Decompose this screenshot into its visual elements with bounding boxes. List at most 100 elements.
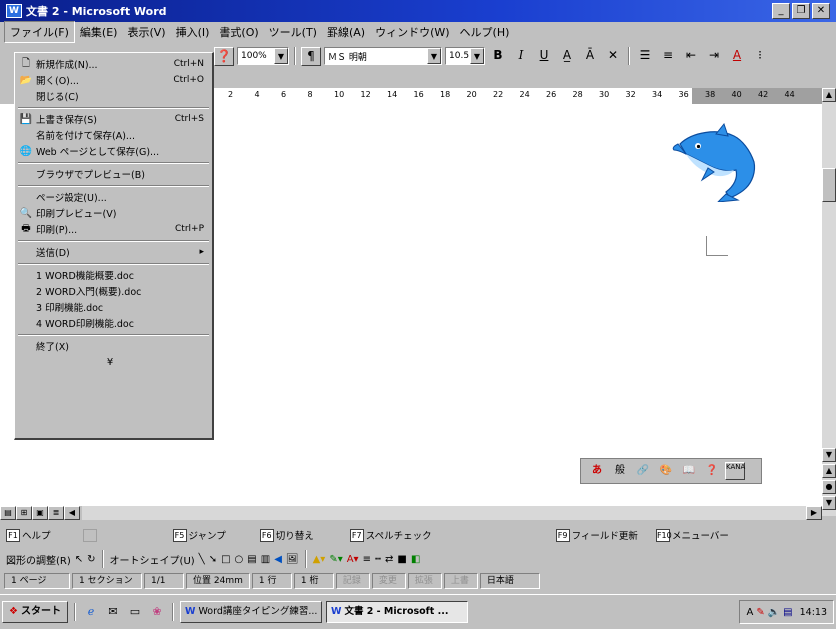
clipart-icon[interactable]: 🖼 xyxy=(286,554,299,565)
start-button[interactable]: ❖ スタート xyxy=(2,601,68,623)
file-menu-item[interactable]: 閉じる(C) xyxy=(15,88,212,104)
style-icon[interactable]: ¶ xyxy=(301,46,321,66)
function-key-button[interactable]: F6 切り替え xyxy=(259,528,314,542)
font-color-icon[interactable]: A xyxy=(727,47,747,66)
show-desktop-icon[interactable]: ▭ xyxy=(126,603,144,621)
taskbar-task-button[interactable]: W Word講座タイピング練習... xyxy=(179,601,322,623)
menu-8[interactable]: ヘルプ(H) xyxy=(455,22,515,42)
file-menu-item[interactable]: 🗋 新規作成(N)... Ctrl+N xyxy=(15,56,212,72)
ime-convert-mode-button[interactable]: 般 xyxy=(610,462,630,480)
office-assistant-dolphin-icon[interactable] xyxy=(668,122,768,202)
file-menu-item[interactable]: 4 WORD印刷機能.doc xyxy=(15,315,212,331)
restore-button[interactable]: ❐ xyxy=(792,3,810,19)
function-key-button[interactable]: F10 メニューバー xyxy=(655,528,729,542)
arrow-icon[interactable]: ➘ xyxy=(209,554,217,565)
fill-color-icon[interactable]: ▲▾ xyxy=(313,554,326,565)
taskbar-task-button[interactable]: W 文書 2 - Microsoft ... xyxy=(325,601,468,623)
function-key-button[interactable] xyxy=(82,528,139,542)
increase-indent-icon[interactable]: ⇥ xyxy=(704,47,724,66)
function-key-button[interactable]: F1 ヘルプ xyxy=(6,528,51,542)
file-menu-item[interactable]: ブラウザでプレビュー(B) xyxy=(15,166,212,182)
highlight-icon[interactable]: A̲ xyxy=(557,47,577,66)
vertical-text-box-icon[interactable]: ▥ xyxy=(261,554,270,565)
select-browse-object-icon[interactable]: ● xyxy=(822,480,836,494)
menu-2[interactable]: 表示(V) xyxy=(122,22,170,42)
file-menu-item[interactable]: 📂 開く(O)... Ctrl+O xyxy=(15,72,212,88)
file-menu-item[interactable]: 終了(X) xyxy=(15,338,212,354)
minimize-button[interactable]: _ xyxy=(772,3,790,19)
print-layout-view-icon[interactable]: ▣ xyxy=(32,506,48,520)
function-key-button[interactable]: F9 フィールド更新 xyxy=(555,528,638,542)
network-icon[interactable]: ✎ xyxy=(756,607,764,618)
file-menu-item[interactable]: 名前を付けて保存(A)... xyxy=(15,127,212,143)
close-button[interactable]: ✕ xyxy=(812,3,830,19)
vertical-scrollbar[interactable]: ▲ ▼ ▲ ● ▼ xyxy=(822,88,836,516)
chevron-down-icon[interactable]: ▼ xyxy=(274,48,288,64)
function-key-button[interactable]: F7 スペルチェック xyxy=(349,528,432,542)
volume-icon[interactable]: 🔈 xyxy=(768,607,780,618)
line-color-icon[interactable]: ✎▾ xyxy=(329,554,342,565)
italic-icon[interactable]: I xyxy=(511,47,531,66)
scroll-thumb[interactable] xyxy=(822,168,836,202)
rectangle-icon[interactable]: □ xyxy=(221,554,230,565)
help-icon[interactable]: ❓ xyxy=(214,46,234,66)
horizontal-scroll-track[interactable] xyxy=(82,506,806,520)
file-menu-item[interactable]: 送信(D) ▸ xyxy=(15,244,212,260)
outlook-express-icon[interactable]: ✉ xyxy=(104,603,122,621)
file-menu-item[interactable]: 💾 上書き保存(S) Ctrl+S xyxy=(15,111,212,127)
line-style-icon[interactable]: ≡ xyxy=(363,554,371,565)
line-icon[interactable]: ╲ xyxy=(199,554,205,565)
align-left-icon[interactable]: ☰ xyxy=(635,47,655,66)
menu-1[interactable]: 編集(E) xyxy=(75,22,123,42)
font-size-combo[interactable]: 10.5 ▼ xyxy=(445,47,485,65)
file-menu-item[interactable]: 2 WORD入門(概要).doc xyxy=(15,283,212,299)
menu-4[interactable]: 書式(O) xyxy=(214,22,263,42)
file-menu-item[interactable]: 3 印刷機能.doc xyxy=(15,299,212,315)
outline-view-icon[interactable]: ≣ xyxy=(48,506,64,520)
file-menu-item[interactable]: ¥ xyxy=(15,354,212,370)
menu-3[interactable]: 挿入(I) xyxy=(171,22,215,42)
function-key-button[interactable]: F5 ジャンプ xyxy=(172,528,226,542)
decrease-indent-icon[interactable]: ⇤ xyxy=(681,47,701,66)
chevron-down-icon[interactable]: ▼ xyxy=(427,48,441,64)
underline-icon[interactable]: U xyxy=(534,47,554,66)
file-menu-item[interactable]: 🔍 印刷プレビュー(V) xyxy=(15,205,212,221)
file-menu-item[interactable]: 🖶 印刷(P)... Ctrl+P xyxy=(15,221,212,237)
autoshapes-menu-button[interactable]: オートシェイプ(U) xyxy=(110,552,195,567)
menu-5[interactable]: ツール(T) xyxy=(264,22,322,42)
horizontal-ruler[interactable]: 2 4 6 8 10 12 14 16 18 20 22 24 26 28 30 32 34 36 38 40 42 44 xyxy=(212,88,824,104)
draw-menu-button[interactable]: 図形の調整(R) xyxy=(6,552,71,567)
ime-kana-toggle[interactable]: KANA xyxy=(725,462,745,480)
prev-page-icon[interactable]: ▲ xyxy=(822,464,836,478)
ime-help-icon[interactable]: ❓ xyxy=(702,462,722,480)
ime-hiragana-button[interactable]: あ xyxy=(587,462,607,480)
dash-style-icon[interactable]: ┅ xyxy=(375,554,381,565)
shadow-icon[interactable]: ■ xyxy=(397,554,406,565)
font-combo[interactable]: ＭＳ 明朝 ▼ xyxy=(324,47,442,65)
file-menu-item[interactable]: ページ設定(U)... xyxy=(15,189,212,205)
text-box-icon[interactable]: ▤ xyxy=(247,554,256,565)
toolbar-options-icon[interactable]: ⁝ xyxy=(750,47,770,66)
internet-explorer-icon[interactable]: ℯ xyxy=(82,603,100,621)
clock[interactable]: 14:13 xyxy=(800,607,827,618)
ime-pad-icon[interactable]: 🎨 xyxy=(656,462,676,480)
scroll-left-icon[interactable]: ◀ xyxy=(64,506,80,520)
free-rotate-icon[interactable]: ↻ xyxy=(87,554,95,565)
scroll-up-icon[interactable]: ▲ xyxy=(822,88,836,102)
channels-icon[interactable]: ❀ xyxy=(148,603,166,621)
align-center-icon[interactable]: ≡ xyxy=(658,47,678,66)
ime-tray-icon[interactable]: A xyxy=(746,607,753,618)
zoom-combo[interactable]: 100% ▼ xyxy=(237,47,289,65)
wordart-icon[interactable]: ◀ xyxy=(274,554,282,565)
scroll-down-icon[interactable]: ▼ xyxy=(822,448,836,462)
web-layout-view-icon[interactable]: ⊞ xyxy=(16,506,32,520)
ime-link-icon[interactable]: 🔗 xyxy=(633,462,653,480)
font-color-icon[interactable]: A▾ xyxy=(347,554,359,565)
scroll-right-icon[interactable]: ▶ xyxy=(806,506,822,520)
word-app-icon[interactable]: W xyxy=(6,4,22,18)
next-page-icon[interactable]: ▼ xyxy=(822,496,836,510)
select-objects-icon[interactable]: ↖ xyxy=(75,554,83,565)
file-menu-item[interactable]: 1 WORD機能概要.doc xyxy=(15,267,212,283)
monitor-icon[interactable]: ▤ xyxy=(783,607,792,618)
normal-view-icon[interactable]: ▤ xyxy=(0,506,16,520)
